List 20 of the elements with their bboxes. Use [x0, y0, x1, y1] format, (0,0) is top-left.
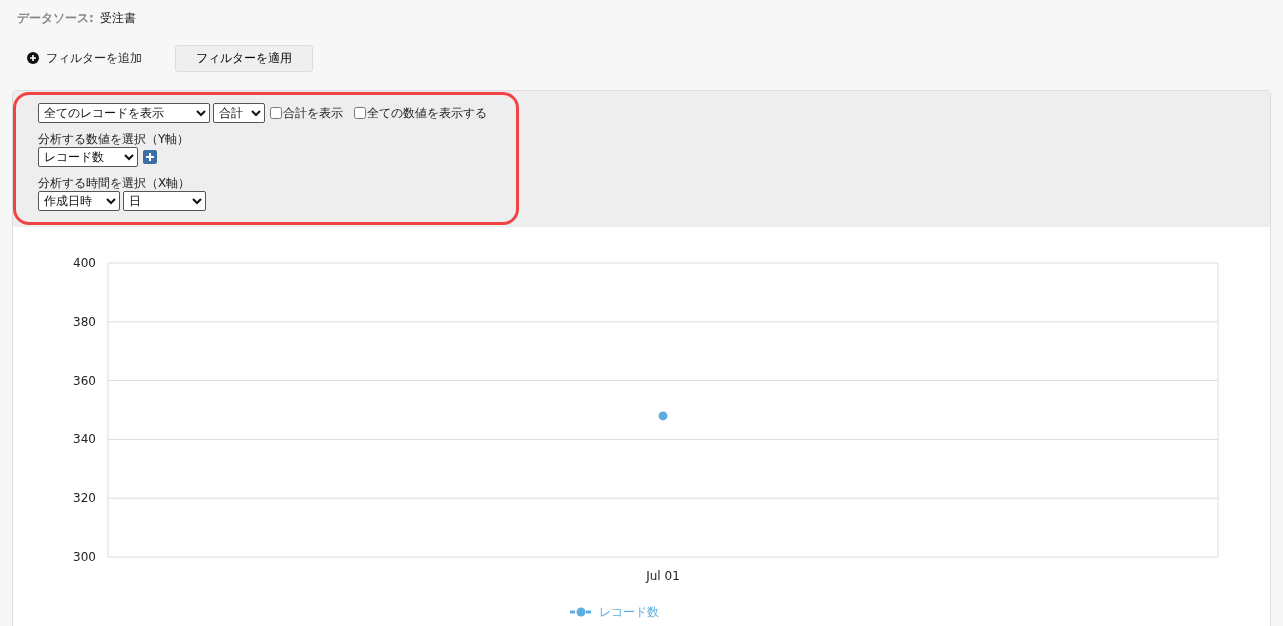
y-axis-label: 分析する数値を選択（Y軸） [38, 131, 191, 147]
y-tick-label: 300 [73, 550, 96, 564]
y-tick-label: 320 [73, 491, 96, 506]
add-filter-link[interactable]: フィルターを追加 [27, 49, 142, 67]
x-unit-select[interactable]: 日 [123, 191, 206, 211]
apply-filter-button[interactable]: フィルターを適用 [175, 44, 313, 72]
x-axis-label: 分析する時間を選択（X軸） [38, 175, 192, 191]
x-tick-label: Jul 01 [646, 569, 680, 583]
y-tick-label: 400 [73, 256, 96, 270]
y-tick-label: 380 [73, 314, 96, 329]
aggregate-select[interactable]: 合計 [213, 103, 265, 123]
checkbox-label[interactable]: 合計を表示 [268, 104, 343, 122]
record-select[interactable]: 全てのレコードを表示 [38, 103, 210, 123]
checkbox-label[interactable]: 全ての数値を表示する [352, 104, 487, 122]
data-source-label: データソース: [17, 9, 94, 27]
data-source-value: 受注書 [99, 9, 136, 27]
y-value-select[interactable]: レコード数 [38, 147, 138, 167]
x-field-select[interactable]: 作成日時 [38, 191, 120, 211]
y-tick-label: 340 [73, 432, 96, 447]
y-tick-label: 360 [73, 373, 96, 388]
